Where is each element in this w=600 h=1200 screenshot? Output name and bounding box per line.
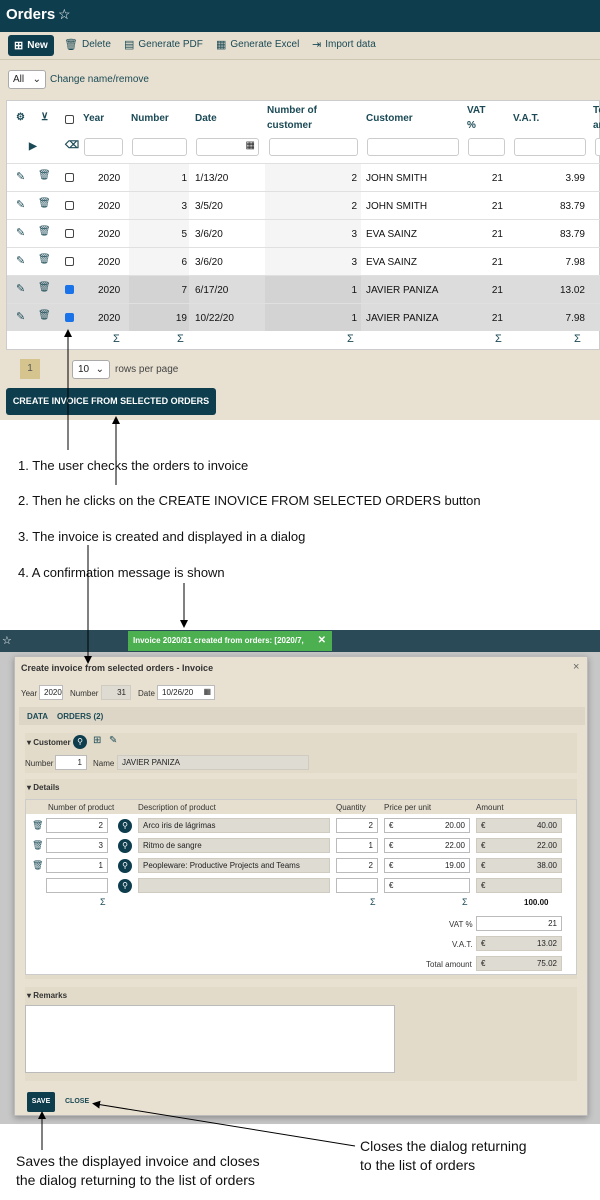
arrow-to-close	[92, 1100, 356, 1147]
annotation-arrows	[38, 329, 356, 1150]
